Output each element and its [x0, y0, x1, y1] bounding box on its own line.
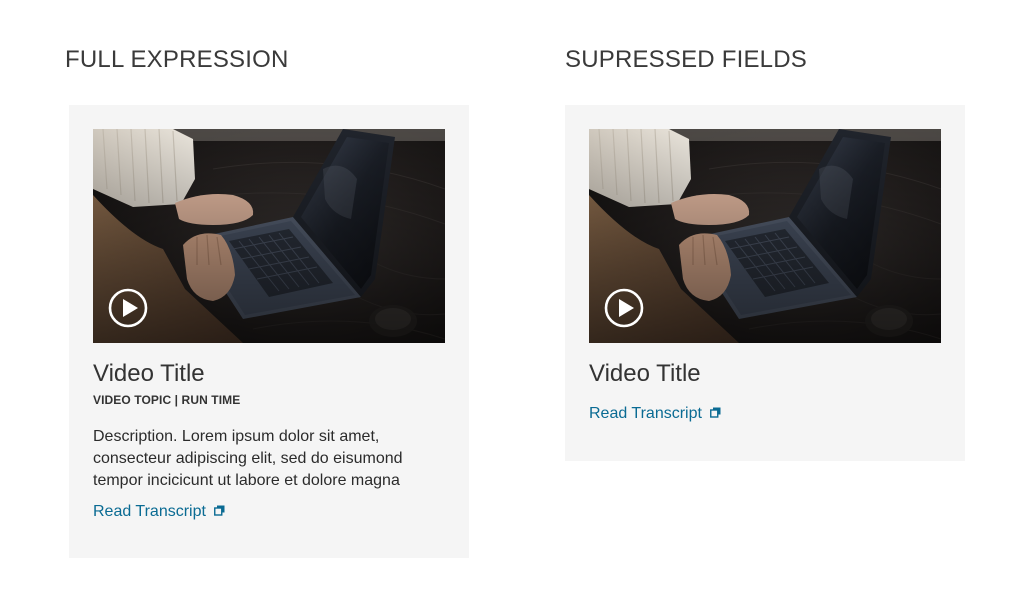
external-link-icon	[709, 407, 721, 418]
suppressed-fields-heading: SUPRESSED FIELDS	[565, 46, 807, 73]
video-topic-runtime: VIDEO TOPIC | RUN TIME	[93, 393, 241, 407]
external-link-icon	[213, 505, 225, 516]
full-expression-heading: FULL EXPRESSION	[65, 46, 289, 73]
video-card-full: Video Title VIDEO TOPIC | RUN TIME Descr…	[69, 105, 469, 558]
video-description: Description. Lorem ipsum dolor sit amet,…	[93, 428, 403, 489]
play-circle-icon[interactable]	[108, 288, 148, 328]
video-thumbnail[interactable]	[93, 129, 445, 343]
read-transcript-link[interactable]: Read Transcript	[589, 405, 721, 423]
video-title: Video Title	[93, 360, 205, 387]
play-circle-icon[interactable]	[604, 288, 644, 328]
read-transcript-link[interactable]: Read Transcript	[93, 503, 225, 521]
video-card-suppressed: Video Title Read Transcript	[565, 105, 965, 461]
video-thumbnail[interactable]	[589, 129, 941, 343]
video-title: Video Title	[589, 360, 701, 387]
read-transcript-label: Read Transcript	[589, 405, 702, 422]
read-transcript-label: Read Transcript	[93, 503, 206, 520]
